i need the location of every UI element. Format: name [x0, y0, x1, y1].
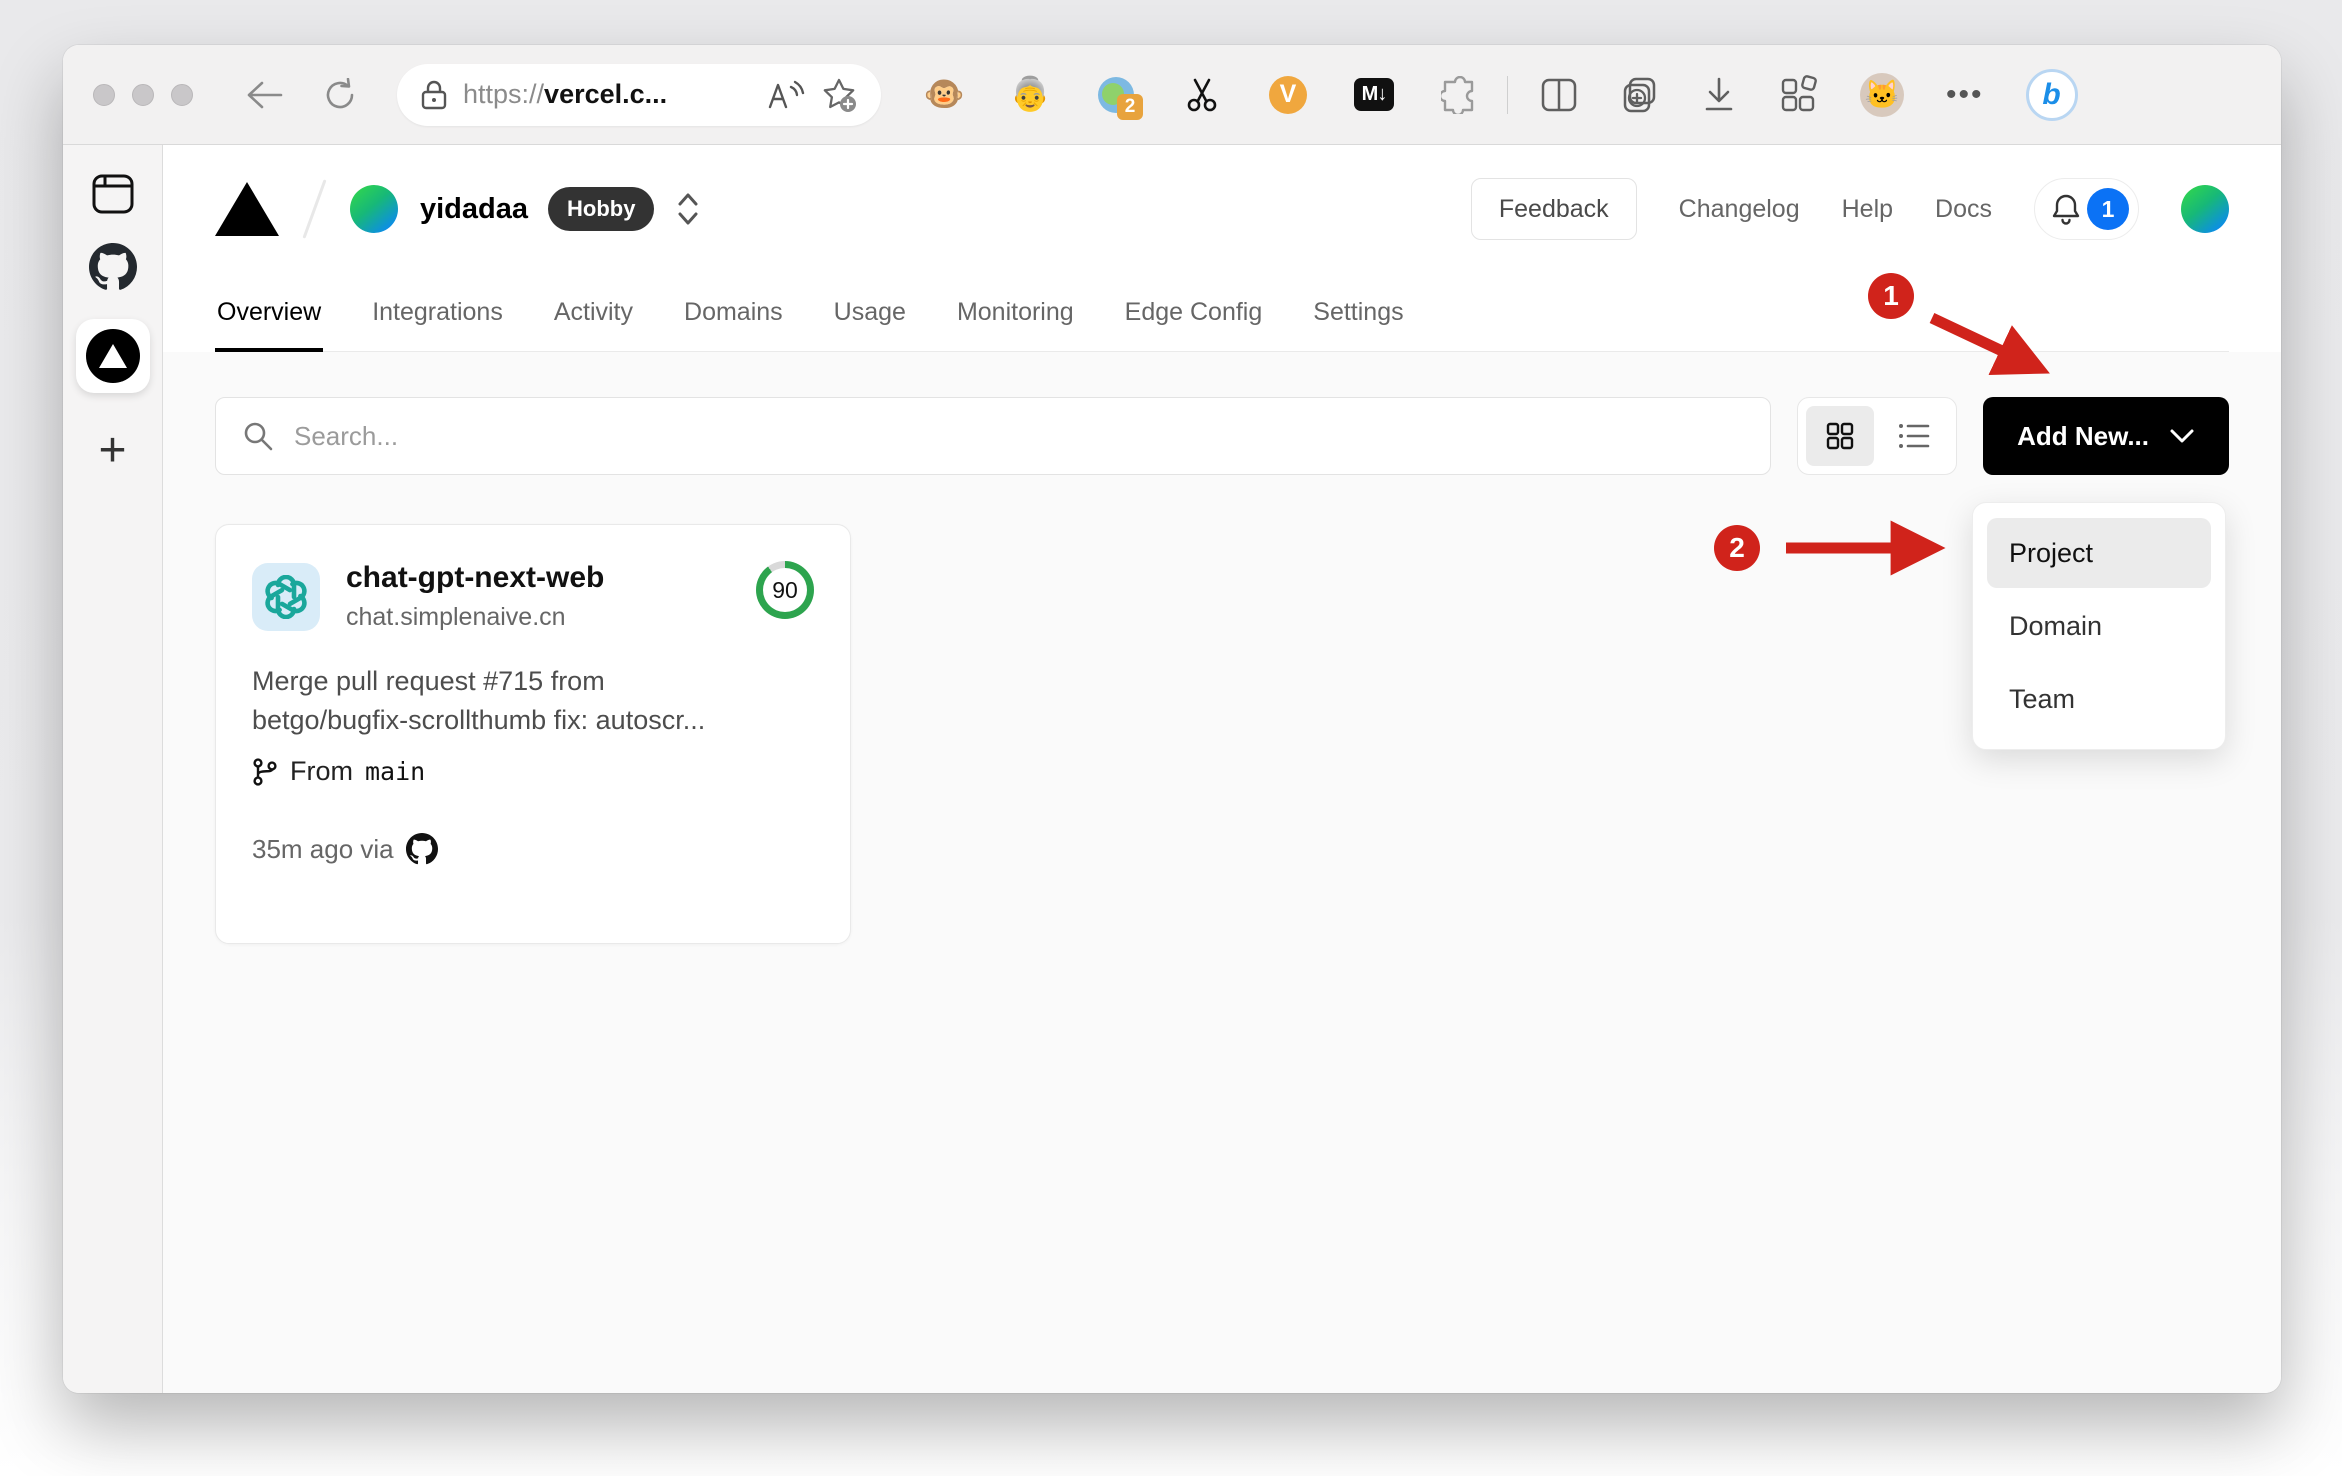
- chevron-down-icon: [2169, 428, 2195, 444]
- feedback-button[interactable]: Feedback: [1470, 178, 1637, 240]
- vercel-header: yidadaa Hobby Feedback Changelog Help Do…: [163, 145, 2281, 352]
- speed-score-ring[interactable]: 90: [756, 561, 814, 619]
- tab-settings[interactable]: Settings: [1311, 273, 1405, 351]
- proxy-extension-icon[interactable]: 2: [1095, 74, 1143, 120]
- overview-content: Add New...: [163, 352, 2281, 1393]
- user-avatar[interactable]: [2181, 185, 2229, 233]
- help-link[interactable]: Help: [1842, 195, 1893, 224]
- search-icon: [242, 420, 274, 452]
- deploy-time: 35m ago via: [252, 833, 394, 864]
- search-input[interactable]: [294, 420, 1745, 452]
- tampermonkey-icon[interactable]: 🐵: [923, 74, 965, 116]
- commit-message[interactable]: Merge pull request #715 from betgo/bugfi…: [252, 662, 814, 740]
- address-bar[interactable]: https://vercel.c...: [397, 63, 881, 126]
- tab-usage[interactable]: Usage: [832, 273, 908, 351]
- markdown-download-icon[interactable]: M↓: [1353, 74, 1395, 116]
- project-card[interactable]: chat-gpt-next-web chat.simplenaive.cn 90…: [215, 524, 851, 944]
- notifications-button[interactable]: 1: [2034, 178, 2139, 240]
- changelog-link[interactable]: Changelog: [1679, 195, 1800, 224]
- breadcrumb-slash: [302, 179, 327, 239]
- add-favorite-icon[interactable]: [821, 77, 857, 113]
- dropdown-item-domain[interactable]: Domain: [1987, 591, 2211, 661]
- sidebar-toggle-icon[interactable]: [91, 173, 135, 215]
- openai-logo-icon: [265, 574, 307, 619]
- project-name[interactable]: chat-gpt-next-web: [346, 561, 604, 595]
- window-controls[interactable]: [93, 83, 193, 106]
- proxy-badge: 2: [1117, 93, 1143, 120]
- git-branch-icon: [252, 757, 278, 787]
- extensions-puzzle-icon[interactable]: [1439, 74, 1481, 116]
- dropdown-item-team[interactable]: Team: [1987, 664, 2211, 734]
- team-avatar[interactable]: [350, 185, 398, 233]
- from-label: From: [290, 756, 353, 787]
- avatar-extension-icon[interactable]: 👵: [1009, 74, 1051, 116]
- close-window-button[interactable]: [93, 83, 115, 106]
- project-favicon: [252, 562, 320, 631]
- annotation-step-2: 2: [1714, 525, 1760, 571]
- new-tab-button[interactable]: +: [98, 427, 126, 475]
- bing-chat-icon[interactable]: b: [2025, 68, 2078, 121]
- vercel-page: yidadaa Hobby Feedback Changelog Help Do…: [163, 145, 2281, 1393]
- browser-window: https://vercel.c... 🐵 👵 2 V M↓ 🐱 ••• b +…: [63, 45, 2281, 1393]
- dropdown-item-project[interactable]: Project: [1987, 518, 2211, 588]
- view-toggle: [1797, 397, 1958, 475]
- grid-view-button[interactable]: [1806, 406, 1875, 466]
- split-screen-icon[interactable]: [1540, 77, 1578, 113]
- profile-avatar[interactable]: 🐱: [1860, 72, 1904, 117]
- scissors-icon[interactable]: [1181, 74, 1223, 116]
- extensions-row: 🐵 👵 2 V M↓: [923, 74, 1481, 120]
- nav-tabs: Overview Integrations Activity Domains U…: [215, 273, 2229, 352]
- more-menu-icon[interactable]: •••: [1946, 78, 1984, 112]
- team-name[interactable]: yidadaa: [420, 193, 528, 226]
- browser-toolbar: https://vercel.c... 🐵 👵 2 V M↓ 🐱 ••• b: [63, 45, 2281, 145]
- vercel-favicon: [85, 329, 140, 383]
- notification-count-badge: 1: [2087, 188, 2129, 230]
- vercel-logo[interactable]: [215, 182, 279, 236]
- tab-monitoring[interactable]: Monitoring: [955, 273, 1076, 351]
- downloads-icon[interactable]: [1702, 76, 1736, 114]
- tab-domains[interactable]: Domains: [682, 273, 785, 351]
- annotation-step-1: 1: [1868, 273, 1914, 319]
- back-button[interactable]: [245, 80, 283, 110]
- add-new-dropdown: Project Domain Team: [1972, 502, 2226, 750]
- collections-icon[interactable]: [1620, 75, 1660, 115]
- tab-overview[interactable]: Overview: [215, 273, 324, 352]
- tab-activity[interactable]: Activity: [552, 273, 635, 351]
- minimize-window-button[interactable]: [132, 83, 154, 106]
- project-domain[interactable]: chat.simplenaive.cn: [346, 603, 604, 632]
- read-aloud-icon[interactable]: [767, 79, 805, 111]
- lock-icon: [421, 80, 447, 110]
- tab-edge-config[interactable]: Edge Config: [1123, 273, 1265, 351]
- branch-name[interactable]: main: [365, 757, 425, 786]
- github-icon: [405, 833, 438, 865]
- apps-launcher-icon[interactable]: [1778, 74, 1818, 115]
- sidebar-tab-github[interactable]: [88, 243, 137, 291]
- speed-score-value: 90: [763, 568, 807, 612]
- sidebar-tab-vercel-active[interactable]: [75, 319, 150, 393]
- plan-badge: Hobby: [548, 187, 655, 231]
- bell-icon: [2050, 192, 2082, 226]
- docs-link[interactable]: Docs: [1935, 195, 1992, 224]
- list-view-button[interactable]: [1880, 406, 1948, 466]
- zoom-window-button[interactable]: [171, 83, 193, 106]
- refresh-button[interactable]: [323, 77, 357, 112]
- add-new-button[interactable]: Add New...: [1983, 397, 2229, 475]
- toolbar-right-icons: 🐱 ••• b: [1540, 68, 2078, 121]
- search-box[interactable]: [215, 397, 1772, 475]
- team-switcher-icon[interactable]: [676, 190, 700, 228]
- tab-integrations[interactable]: Integrations: [370, 273, 505, 351]
- edge-sidebar: +: [63, 145, 163, 1393]
- toolbar-separator: [1507, 75, 1508, 114]
- url-text[interactable]: https://vercel.c...: [463, 79, 751, 110]
- vimium-icon[interactable]: V: [1267, 74, 1309, 116]
